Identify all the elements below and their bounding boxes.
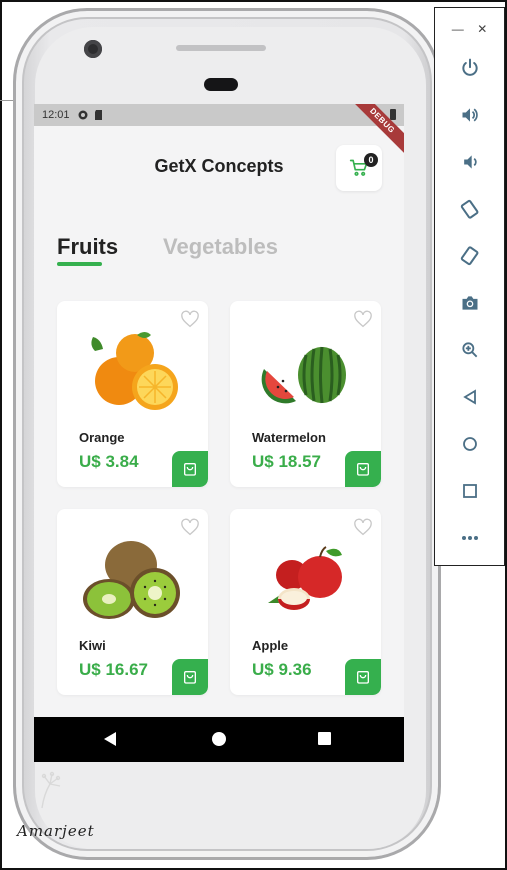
heart-icon[interactable] xyxy=(353,518,373,536)
notification-icon xyxy=(78,110,88,120)
camera-icon xyxy=(462,296,478,310)
battery-icon xyxy=(390,109,396,120)
product-price: U$ 16.67 xyxy=(79,660,148,679)
emulator-window-controls: — ✕ xyxy=(435,22,504,36)
overview-button[interactable] xyxy=(458,479,482,503)
product-card[interactable]: Watermelon U$ 18.57 xyxy=(230,301,381,487)
shopping-bag-icon xyxy=(184,463,196,476)
sd-card-icon xyxy=(94,110,102,120)
watermark-signature: Amarjeet xyxy=(17,822,95,840)
apple-image xyxy=(268,546,342,610)
add-to-cart-button[interactable] xyxy=(345,659,381,695)
product-card[interactable]: Apple U$ 9.36 xyxy=(230,509,381,695)
add-to-cart-button[interactable] xyxy=(172,451,208,487)
emulator-toolbar: — ✕ xyxy=(434,7,505,566)
nav-home-icon[interactable] xyxy=(212,732,226,746)
kiwi-image xyxy=(83,541,180,619)
tab-fruits[interactable]: Fruits xyxy=(57,234,118,260)
minimize-icon[interactable]: — xyxy=(452,22,464,36)
earpiece-speaker xyxy=(176,45,266,51)
back-icon xyxy=(463,389,476,405)
orange-image xyxy=(91,332,178,410)
rotate-right-button[interactable] xyxy=(458,244,482,268)
volume-up-icon xyxy=(462,108,478,122)
cart-button[interactable]: 0 xyxy=(336,145,382,191)
shopping-bag-icon xyxy=(184,671,196,684)
watermelon-image xyxy=(261,346,346,404)
nav-back-icon[interactable] xyxy=(104,732,118,746)
active-tab-indicator xyxy=(57,262,102,266)
rotate-left-icon xyxy=(460,199,479,219)
product-name: Watermelon xyxy=(252,430,326,445)
zoom-icon xyxy=(462,342,478,358)
more-button[interactable] xyxy=(458,526,482,550)
heart-icon[interactable] xyxy=(180,310,200,328)
product-name: Kiwi xyxy=(79,638,106,653)
volume-down-icon xyxy=(464,155,477,169)
shopping-bag-icon xyxy=(357,671,369,684)
proximity-sensor xyxy=(204,78,238,91)
zoom-button[interactable] xyxy=(458,338,482,362)
close-icon[interactable]: ✕ xyxy=(477,22,487,36)
more-icon xyxy=(462,536,478,540)
add-to-cart-button[interactable] xyxy=(345,451,381,487)
product-price: U$ 3.84 xyxy=(79,452,139,471)
front-camera xyxy=(84,40,102,58)
product-card[interactable]: Kiwi U$ 16.67 xyxy=(57,509,208,695)
heart-icon[interactable] xyxy=(180,518,200,536)
product-card[interactable]: Orange U$ 3.84 xyxy=(57,301,208,487)
status-right-icons xyxy=(390,109,396,120)
power-icon xyxy=(462,58,478,76)
product-price: U$ 18.57 xyxy=(252,452,321,471)
heart-icon[interactable] xyxy=(353,310,373,328)
android-nav-bar xyxy=(34,717,404,762)
home-button[interactable] xyxy=(458,432,482,456)
nav-recents-icon[interactable] xyxy=(318,732,331,745)
shopping-bag-icon xyxy=(357,463,369,476)
back-button[interactable] xyxy=(458,385,482,409)
power-button[interactable] xyxy=(458,56,482,80)
product-name: Orange xyxy=(79,430,125,445)
watermark-logo xyxy=(41,771,61,809)
rotate-left-button[interactable] xyxy=(458,197,482,221)
app-screen: 12:01 DEBUG GetX Concepts 0 Fruits Veget… xyxy=(34,104,404,762)
rotate-right-icon xyxy=(460,246,479,266)
cart-count-badge: 0 xyxy=(364,153,378,167)
tab-vegetables[interactable]: Vegetables xyxy=(163,234,278,260)
overview-icon xyxy=(463,484,477,498)
home-icon xyxy=(463,437,477,451)
volume-up-button[interactable] xyxy=(458,103,482,127)
add-to-cart-button[interactable] xyxy=(172,659,208,695)
product-price: U$ 9.36 xyxy=(252,660,312,679)
screenshot-button[interactable] xyxy=(458,291,482,315)
volume-down-button[interactable] xyxy=(458,150,482,174)
status-bar: 12:01 DEBUG xyxy=(34,104,404,160)
status-time: 12:01 xyxy=(42,109,70,121)
product-name: Apple xyxy=(252,638,289,653)
